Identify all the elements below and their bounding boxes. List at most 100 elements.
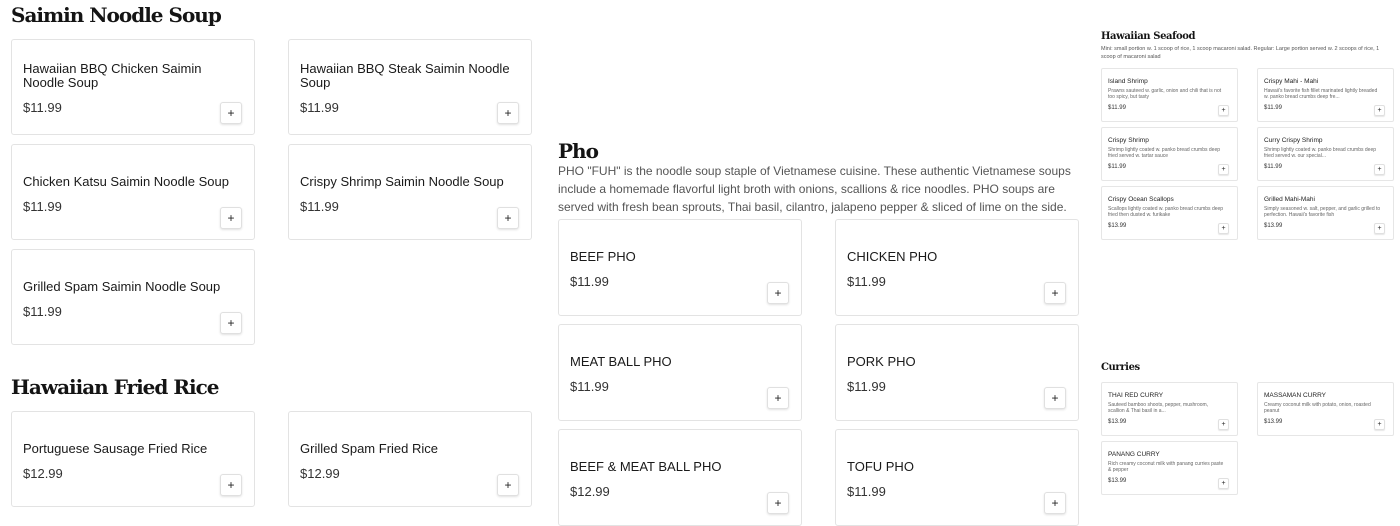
plus-icon: + xyxy=(504,211,512,225)
item-name: CHICKEN PHO xyxy=(847,249,938,264)
item-name: Grilled Spam Saimin Noodle Soup xyxy=(23,279,221,294)
plus-icon: + xyxy=(1051,391,1059,405)
pho-section-title: Pho xyxy=(558,139,599,163)
menu-item-card[interactable]: Portuguese Sausage Fried Rice $12.99 + xyxy=(11,411,255,507)
menu-item-card[interactable]: PANANG CURRY Rich creamy coconut milk wi… xyxy=(1101,441,1238,495)
plus-icon: + xyxy=(1377,166,1382,173)
saimin-section-title: Saimin Noodle Soup xyxy=(11,3,222,27)
add-item-button[interactable]: + xyxy=(1374,164,1385,175)
plus-icon: + xyxy=(1221,166,1226,173)
item-price: $11.99 xyxy=(847,379,886,394)
seafood-section-title: Hawaiian Seafood xyxy=(1101,31,1196,42)
item-price: $11.99 xyxy=(1108,105,1126,111)
item-name: Island Shrimp xyxy=(1108,78,1148,85)
item-price: $11.99 xyxy=(570,274,609,289)
plus-icon: + xyxy=(1377,421,1382,428)
item-description: Sauteed bamboo shoots, pepper, mushroom,… xyxy=(1108,402,1209,414)
add-item-button[interactable]: + xyxy=(220,312,242,334)
add-item-button[interactable]: + xyxy=(767,387,789,409)
plus-icon: + xyxy=(227,478,235,492)
menu-item-card[interactable]: Hawaiian BBQ Chicken Saimin Noodle Soup … xyxy=(11,39,255,135)
add-item-button[interactable]: + xyxy=(767,282,789,304)
menu-item-card[interactable]: Chicken Katsu Saimin Noodle Soup $11.99 … xyxy=(11,144,255,240)
item-name: Crispy Shrimp Saimin Noodle Soup xyxy=(300,174,504,189)
item-price: $12.99 xyxy=(300,466,340,481)
item-price: $11.99 xyxy=(23,199,62,214)
item-description: Scallops lightly coated w. panko bread c… xyxy=(1108,206,1224,218)
item-description: Prawns sauteed w. garlic, onion and chil… xyxy=(1108,88,1222,100)
menu-item-card[interactable]: Crispy Shrimp Shrimp lightly coated w. p… xyxy=(1101,127,1238,181)
item-price: $13.99 xyxy=(1264,419,1283,425)
plus-icon: + xyxy=(774,391,782,405)
menu-item-card[interactable]: CHICKEN PHO $11.99 + xyxy=(835,219,1079,316)
item-name: Grilled Spam Fried Rice xyxy=(300,441,438,456)
menu-item-card[interactable]: Hawaiian BBQ Steak Saimin Noodle Soup $1… xyxy=(288,39,532,135)
add-item-button[interactable]: + xyxy=(1218,164,1229,175)
seafood-description: Mini: small portion w. 1 scoop of rice, … xyxy=(1101,46,1380,60)
menu-item-card[interactable]: Crispy Ocean Scallops Scallops lightly c… xyxy=(1101,186,1238,240)
add-item-button[interactable]: + xyxy=(497,474,519,496)
add-item-button[interactable]: + xyxy=(1044,387,1066,409)
menu-item-card[interactable]: TOFU PHO $11.99 + xyxy=(835,429,1079,526)
menu-item-card[interactable]: BEEF & MEAT BALL PHO $12.99 + xyxy=(558,429,802,526)
add-item-button[interactable]: + xyxy=(1218,419,1229,430)
item-price: $11.99 xyxy=(1264,164,1282,170)
menu-item-card[interactable]: Island Shrimp Prawns sauteed w. garlic, … xyxy=(1101,68,1238,122)
item-name: Grilled Mahi-Mahi xyxy=(1264,196,1315,203)
item-description: Rich creamy coconut milk with panang cur… xyxy=(1108,461,1224,473)
menu-item-card[interactable]: MASSAMAN CURRY Creamy coconut milk with … xyxy=(1257,382,1394,436)
add-item-button[interactable]: + xyxy=(1218,105,1229,116)
add-item-button[interactable]: + xyxy=(497,207,519,229)
plus-icon: + xyxy=(1377,225,1382,232)
add-item-button[interactable]: + xyxy=(220,207,242,229)
plus-icon: + xyxy=(1221,225,1226,232)
item-price: $13.99 xyxy=(1108,478,1127,484)
add-item-button[interactable]: + xyxy=(1218,478,1229,489)
menu-item-card[interactable]: Grilled Mahi-Mahi Simply seasoned w. sal… xyxy=(1257,186,1394,240)
menu-item-card[interactable]: BEEF PHO $11.99 + xyxy=(558,219,802,316)
add-item-button[interactable]: + xyxy=(1218,223,1229,234)
add-item-button[interactable]: + xyxy=(1044,282,1066,304)
curries-section-title: Curries xyxy=(1101,362,1140,373)
plus-icon: + xyxy=(1221,107,1226,114)
item-description: Hawaii's favorite fish fillet marinated … xyxy=(1264,88,1378,100)
item-price: $11.99 xyxy=(23,100,62,115)
item-price: $13.99 xyxy=(1108,419,1127,425)
item-name: MASSAMAN CURRY xyxy=(1264,392,1327,399)
menu-item-card[interactable]: Crispy Shrimp Saimin Noodle Soup $11.99 … xyxy=(288,144,532,240)
add-item-button[interactable]: + xyxy=(220,102,242,124)
plus-icon: + xyxy=(504,478,512,492)
plus-icon: + xyxy=(774,496,782,510)
item-price: $12.99 xyxy=(23,466,63,481)
menu-item-card[interactable]: MEAT BALL PHO $11.99 + xyxy=(558,324,802,421)
add-item-button[interactable]: + xyxy=(1374,419,1385,430)
item-name: BEEF & MEAT BALL PHO xyxy=(570,459,722,474)
add-item-button[interactable]: + xyxy=(1044,492,1066,514)
item-name: Crispy Mahi - Mahi xyxy=(1264,78,1319,85)
item-name: Hawaiian BBQ Steak Saimin Noodle Soup xyxy=(300,61,510,90)
menu-item-card[interactable]: THAI RED CURRY Sauteed bamboo shoots, pe… xyxy=(1101,382,1238,436)
add-item-button[interactable]: + xyxy=(497,102,519,124)
item-name: Chicken Katsu Saimin Noodle Soup xyxy=(23,174,229,189)
add-item-button[interactable]: + xyxy=(220,474,242,496)
plus-icon: + xyxy=(1377,107,1382,114)
add-item-button[interactable]: + xyxy=(1374,105,1385,116)
plus-icon: + xyxy=(1221,480,1226,487)
menu-item-card[interactable]: Curry Crispy Shrimp Shrimp lightly coate… xyxy=(1257,127,1394,181)
item-price: $11.99 xyxy=(23,304,62,319)
item-name: PANANG CURRY xyxy=(1108,451,1160,458)
item-name: MEAT BALL PHO xyxy=(570,354,672,369)
item-name: BEEF PHO xyxy=(570,249,636,264)
plus-icon: + xyxy=(774,286,782,300)
menu-item-card[interactable]: Grilled Spam Fried Rice $12.99 + xyxy=(288,411,532,507)
menu-item-card[interactable]: Grilled Spam Saimin Noodle Soup $11.99 + xyxy=(11,249,255,345)
menu-item-card[interactable]: Crispy Mahi - Mahi Hawaii's favorite fis… xyxy=(1257,68,1394,122)
plus-icon: + xyxy=(227,106,235,120)
menu-item-card[interactable]: PORK PHO $11.99 + xyxy=(835,324,1079,421)
item-price: $11.99 xyxy=(300,100,339,115)
plus-icon: + xyxy=(227,211,235,225)
item-price: $11.99 xyxy=(1264,105,1282,111)
add-item-button[interactable]: + xyxy=(1374,223,1385,234)
add-item-button[interactable]: + xyxy=(767,492,789,514)
item-price: $11.99 xyxy=(1108,164,1126,170)
